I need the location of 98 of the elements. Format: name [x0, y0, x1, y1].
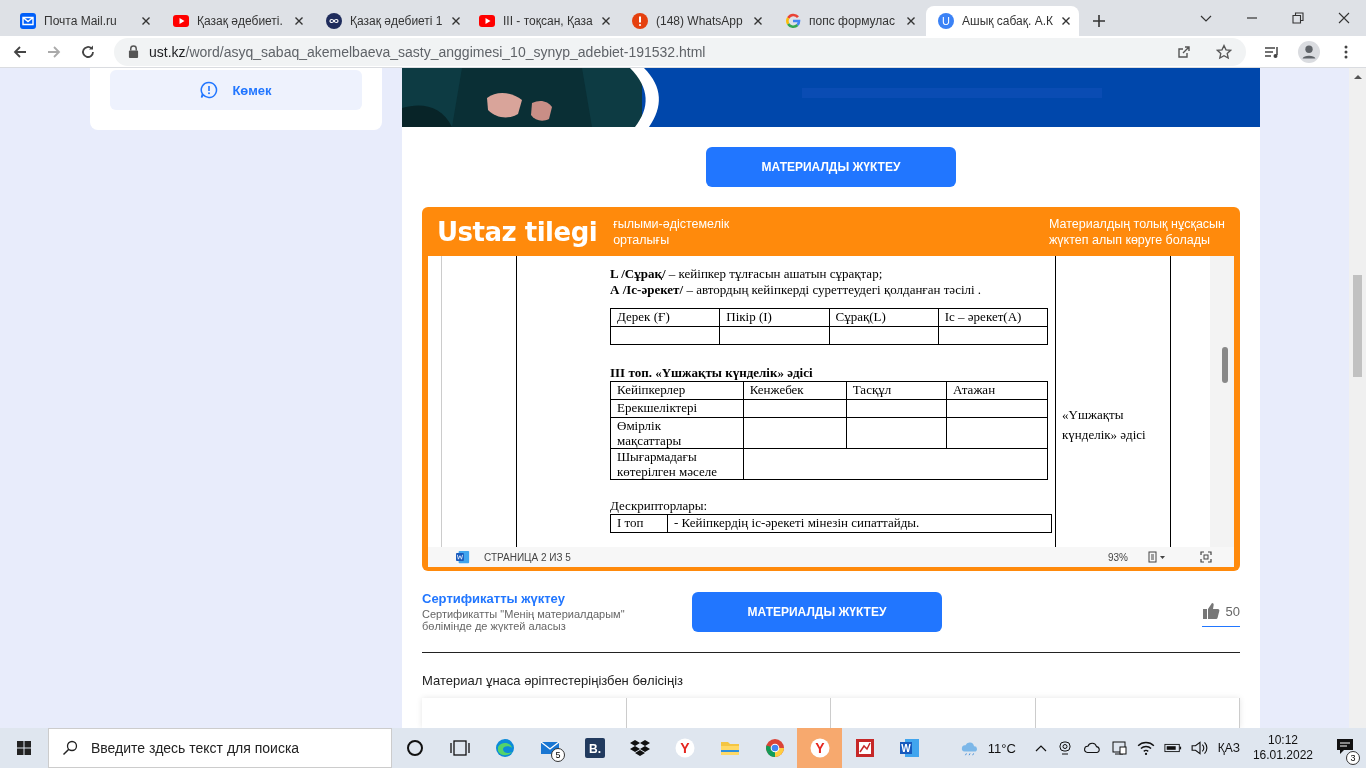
taskbar-app[interactable]: Y — [662, 728, 707, 768]
share-prompt: Материал ұнаса әріптестеріңізбен бөлісіңіз — [422, 673, 684, 688]
cloud-icon[interactable] — [1082, 740, 1101, 756]
close-icon[interactable] — [450, 16, 461, 26]
chrome-icon — [764, 738, 785, 758]
browser-tab[interactable]: ІІІ - тоқсан, Қаза — [467, 6, 620, 36]
g-logo-icon — [785, 13, 801, 29]
wifi-icon[interactable] — [1136, 740, 1155, 756]
table-cell: І топ — [610, 514, 668, 533]
scrollbar-thumb[interactable] — [1222, 347, 1228, 383]
table-cell-text: «Үшжақты күнделік» әдісі — [1062, 406, 1147, 444]
letter-logo-icon: Y — [674, 738, 695, 758]
lock-icon — [128, 45, 139, 58]
chevron-up-icon[interactable] — [1034, 744, 1047, 752]
notification-badge: 5 — [551, 748, 565, 762]
browser-tab[interactable]: Қазақ әдебиеті 1 — [314, 6, 467, 36]
zoom-level: 93% — [1108, 551, 1128, 563]
brand-subtitle: ғылыми-әдістемелік орталығы — [613, 215, 730, 248]
browser-tab[interactable]: попс формулас — [773, 6, 926, 36]
help-button[interactable]: Көмек — [110, 70, 362, 110]
browser-tab[interactable]: Қазақ әдебиеті. — [161, 6, 314, 36]
taskbar-app[interactable]: W — [887, 728, 932, 768]
close-icon[interactable] — [600, 16, 611, 26]
page-counter: СТРАНИЦА 2 ИЗ 5 — [484, 551, 571, 563]
restore-icon[interactable] — [1292, 12, 1304, 24]
alert-icon — [632, 13, 648, 29]
document-line: Дескрипторлары: — [610, 498, 709, 514]
play-icon — [173, 13, 189, 29]
word-icon — [456, 550, 470, 564]
like-button[interactable]: 50 — [1201, 596, 1240, 627]
browser-tab[interactable]: Почта Mail.ru — [8, 6, 161, 36]
table-cell: Өмірлік мақсаттары — [610, 417, 744, 449]
table-cell: Шығармадағы көтерілген мәселе — [610, 448, 744, 480]
profile-icon[interactable] — [1298, 40, 1320, 63]
scrollbar-thumb[interactable] — [1353, 275, 1362, 377]
table-cell: Ерекшеліктері — [610, 399, 744, 418]
close-icon[interactable] — [753, 16, 763, 26]
speaker-icon[interactable] — [1190, 740, 1209, 756]
help-icon — [200, 81, 219, 99]
table-cell: Атажан — [946, 381, 1048, 400]
taskbar-app[interactable]: Y — [797, 728, 842, 768]
table-cell: Іс – әрекет(А) — [938, 308, 1048, 327]
table-cell: Дерек (Ғ) — [610, 308, 720, 327]
taskbar-search-field[interactable]: Введите здесь текст для поиска — [48, 728, 392, 768]
table-cell: Сұрақ(L) — [829, 308, 939, 327]
reload-icon[interactable] — [80, 43, 96, 60]
notification-badge: 3 — [1346, 751, 1360, 765]
letter-logo-icon: B. — [584, 738, 605, 758]
thumbs-up-icon — [1201, 602, 1220, 620]
clock[interactable]: 10:12 16.01.2022 — [1252, 733, 1313, 763]
new-tab-icon[interactable] — [1093, 15, 1105, 27]
close-icon[interactable] — [294, 16, 304, 26]
letter-logo-icon: Y — [809, 738, 830, 758]
scroll-up-icon[interactable] — [1353, 74, 1362, 79]
table-cell: Тасқұл — [846, 381, 947, 400]
back-icon[interactable] — [12, 43, 28, 60]
brand-logo: Ustaz tilegi — [437, 216, 598, 247]
notification-icon[interactable] — [1336, 737, 1354, 755]
letter-logo-icon: U — [938, 13, 954, 29]
document-line: А /Іс-әрекет/ – автордың кейіпкерді суреттеудегі қолданған тәсілі . — [610, 282, 983, 298]
table-cell: - Кейіпкердің іс-әрекеті мінезін сипаттайды. — [667, 514, 1052, 533]
network-icon[interactable] — [1109, 740, 1128, 756]
share-icon[interactable] — [1176, 43, 1192, 60]
search-icon — [62, 740, 78, 756]
chart-icon — [854, 738, 875, 758]
infinity-icon — [326, 13, 342, 29]
table-cell: Кейіпкерлер — [610, 381, 744, 400]
circle-icon — [404, 738, 425, 758]
page-view-icon[interactable] — [1148, 551, 1168, 563]
taskbar-app[interactable]: 5 — [527, 728, 572, 768]
close-icon[interactable] — [141, 16, 151, 26]
browser-tab[interactable]: U Ашық сабақ. А.К — [926, 6, 1079, 36]
fullscreen-icon[interactable] — [1200, 551, 1212, 563]
edge-icon — [494, 738, 515, 758]
table-cell: Пікір (І) — [719, 308, 829, 327]
task-view-icon — [449, 738, 470, 758]
dropbox-icon — [629, 738, 650, 758]
download-button[interactable]: МАТЕРИАЛДЫ ЖҮКТЕУ — [706, 147, 956, 187]
star-icon[interactable] — [1216, 43, 1232, 60]
certificate-note: Сертификатты "Менің материалдарым" бөлімінде де жүктей аласыз — [422, 608, 626, 632]
browser-tab[interactable]: (148) WhatsApp — [620, 6, 773, 36]
address-field[interactable]: ust.kz/word/asyq_sabaq_akemelbaeva_sasty_anggimesi_10_synyp_adebiet-191532.html — [114, 37, 1246, 66]
download-button[interactable]: МАТЕРИАЛДЫ ЖҮКТЕУ — [692, 591, 942, 632]
taskbar-app[interactable]: B. — [572, 728, 617, 768]
close-icon[interactable] — [1061, 16, 1072, 26]
weather-icon — [960, 740, 979, 756]
viewer-notice: Материалдың толық нұсқасын жүктеп алып көруге болады — [1048, 215, 1225, 248]
play-icon — [479, 13, 495, 29]
temperature: 11°C — [987, 740, 1016, 756]
windows-start-icon[interactable] — [16, 740, 32, 756]
document-heading: ІІІ топ. «Үшжақты күнделік» әдісі — [610, 365, 814, 381]
certificate-link[interactable]: Сертификатты жүктеу — [422, 591, 692, 606]
table-cell: Кенжебек — [743, 381, 847, 400]
document-line: L /Сұрақ/ – кейіпкер тұлғасын ашатын сұрақтар; — [610, 266, 884, 282]
mail-icon — [20, 13, 36, 29]
close-icon[interactable] — [906, 16, 916, 26]
close-icon[interactable] — [1338, 12, 1350, 24]
language-indicator[interactable]: ҚАЗ — [1217, 741, 1240, 755]
